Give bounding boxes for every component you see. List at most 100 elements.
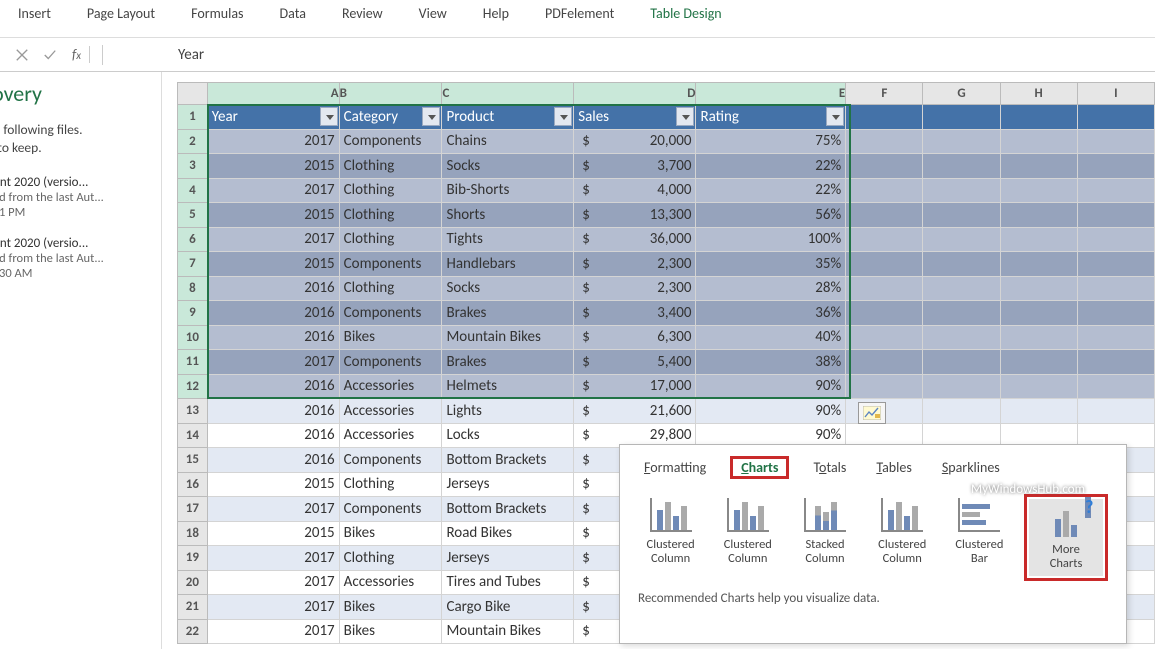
formula-input[interactable] bbox=[133, 46, 1155, 64]
row-header[interactable]: 21 bbox=[178, 595, 208, 620]
qa-tab-totals[interactable]: Totals bbox=[807, 455, 852, 480]
cell[interactable]: 2015 bbox=[207, 203, 339, 228]
cell[interactable]: 2016 bbox=[207, 399, 339, 424]
cell[interactable]: 2016 bbox=[207, 301, 339, 326]
cell[interactable]: 2015 bbox=[207, 252, 339, 277]
column-header[interactable]: G bbox=[923, 83, 1000, 105]
cell[interactable]: 2017 bbox=[207, 227, 339, 252]
cell[interactable] bbox=[846, 203, 923, 228]
cell[interactable]: Clothing bbox=[339, 546, 442, 571]
cell[interactable]: Jerseys bbox=[442, 546, 574, 571]
row-header[interactable]: 14 bbox=[178, 423, 208, 448]
column-header[interactable]: F bbox=[846, 83, 923, 105]
cell[interactable] bbox=[846, 252, 923, 277]
cell[interactable]: 28% bbox=[696, 276, 846, 301]
cell[interactable]: 2016 bbox=[207, 374, 339, 399]
cell[interactable]: $21,600 bbox=[574, 399, 696, 424]
cell[interactable] bbox=[923, 178, 1000, 203]
ribbon-tab-table-design[interactable]: Table Design bbox=[632, 0, 739, 27]
cell[interactable] bbox=[846, 154, 923, 179]
qa-tab-tables[interactable]: Tables bbox=[870, 455, 917, 480]
cell[interactable] bbox=[1000, 374, 1077, 399]
cell[interactable]: $17,000 bbox=[574, 374, 696, 399]
cell[interactable]: 2017 bbox=[207, 350, 339, 375]
cell[interactable] bbox=[846, 301, 923, 326]
filter-dropdown-icon[interactable] bbox=[422, 107, 440, 126]
cell[interactable]: $13,300 bbox=[574, 203, 696, 228]
cell[interactable] bbox=[1077, 203, 1154, 228]
cell[interactable] bbox=[1000, 399, 1077, 424]
row-header[interactable]: 12 bbox=[178, 374, 208, 399]
cell[interactable]: 2017 bbox=[207, 178, 339, 203]
cell[interactable]: Components bbox=[339, 448, 442, 473]
cell[interactable] bbox=[923, 154, 1000, 179]
cell[interactable]: 2017 bbox=[207, 619, 339, 644]
row-header[interactable]: 20 bbox=[178, 570, 208, 595]
cell[interactable] bbox=[846, 350, 923, 375]
row-header[interactable]: 17 bbox=[178, 497, 208, 522]
filter-dropdown-icon[interactable] bbox=[320, 107, 338, 126]
table-header-cell[interactable]: Category bbox=[339, 105, 442, 130]
cell[interactable] bbox=[846, 276, 923, 301]
cell[interactable]: 2017 bbox=[207, 546, 339, 571]
row-header[interactable]: 6 bbox=[178, 227, 208, 252]
cell[interactable] bbox=[923, 301, 1000, 326]
cell[interactable]: 100% bbox=[696, 227, 846, 252]
cell[interactable]: 40% bbox=[696, 325, 846, 350]
cell[interactable]: Clothing bbox=[339, 472, 442, 497]
table-header-cell[interactable]: Sales bbox=[574, 105, 696, 130]
cell[interactable]: 2016 bbox=[207, 276, 339, 301]
cell[interactable]: Clothing bbox=[339, 203, 442, 228]
cell[interactable]: $3,700 bbox=[574, 154, 696, 179]
qa-chart-option[interactable]: ClusteredColumn bbox=[715, 494, 780, 581]
cell[interactable]: 75% bbox=[696, 129, 846, 154]
cell[interactable]: Socks bbox=[442, 276, 574, 301]
cell[interactable]: Road Bikes bbox=[442, 521, 574, 546]
cell[interactable] bbox=[846, 129, 923, 154]
cell[interactable] bbox=[846, 105, 923, 130]
cell[interactable]: Bikes bbox=[339, 521, 442, 546]
cell[interactable]: 2017 bbox=[207, 570, 339, 595]
cell[interactable]: Components bbox=[339, 497, 442, 522]
cell[interactable] bbox=[846, 325, 923, 350]
recovery-item[interactable]: ment 2020 (versio...ated from the last A… bbox=[0, 231, 155, 286]
qa-tab-formatting[interactable]: Formatting bbox=[638, 455, 712, 480]
cell[interactable] bbox=[1000, 105, 1077, 130]
column-header[interactable]: E bbox=[696, 83, 846, 105]
row-header[interactable]: 4 bbox=[178, 178, 208, 203]
cell[interactable]: 35% bbox=[696, 252, 846, 277]
cell[interactable]: Accessories bbox=[339, 374, 442, 399]
ribbon-tab-pdfelement[interactable]: PDFelement bbox=[527, 0, 632, 27]
row-header[interactable]: 1 bbox=[178, 105, 208, 130]
cell[interactable] bbox=[923, 129, 1000, 154]
cell[interactable] bbox=[1077, 154, 1154, 179]
cell[interactable] bbox=[846, 178, 923, 203]
cell[interactable] bbox=[923, 350, 1000, 375]
cell[interactable]: Mountain Bikes bbox=[442, 325, 574, 350]
table-header-cell[interactable]: Year bbox=[207, 105, 339, 130]
row-header[interactable]: 16 bbox=[178, 472, 208, 497]
cell[interactable]: 38% bbox=[696, 350, 846, 375]
ribbon-tab-review[interactable]: Review bbox=[324, 0, 401, 27]
cell[interactable] bbox=[1000, 203, 1077, 228]
cell[interactable] bbox=[1077, 350, 1154, 375]
cell[interactable] bbox=[923, 105, 1000, 130]
column-header[interactable]: C bbox=[442, 83, 574, 105]
cell[interactable]: Clothing bbox=[339, 276, 442, 301]
filter-dropdown-icon[interactable] bbox=[554, 107, 572, 126]
cell[interactable]: Locks bbox=[442, 423, 574, 448]
row-header[interactable]: 10 bbox=[178, 325, 208, 350]
cell[interactable]: Clothing bbox=[339, 154, 442, 179]
cell[interactable]: Components bbox=[339, 350, 442, 375]
column-header[interactable]: D bbox=[574, 83, 696, 105]
cell[interactable]: Lights bbox=[442, 399, 574, 424]
cell[interactable]: 2015 bbox=[207, 472, 339, 497]
row-header[interactable]: 22 bbox=[178, 619, 208, 644]
cell[interactable] bbox=[1077, 399, 1154, 424]
cell[interactable] bbox=[1000, 252, 1077, 277]
qa-chart-option[interactable]: ClusteredColumn bbox=[638, 494, 703, 581]
cell[interactable]: Handlebars bbox=[442, 252, 574, 277]
cell[interactable] bbox=[1077, 129, 1154, 154]
row-header[interactable]: 11 bbox=[178, 350, 208, 375]
column-header[interactable]: H bbox=[1000, 83, 1077, 105]
